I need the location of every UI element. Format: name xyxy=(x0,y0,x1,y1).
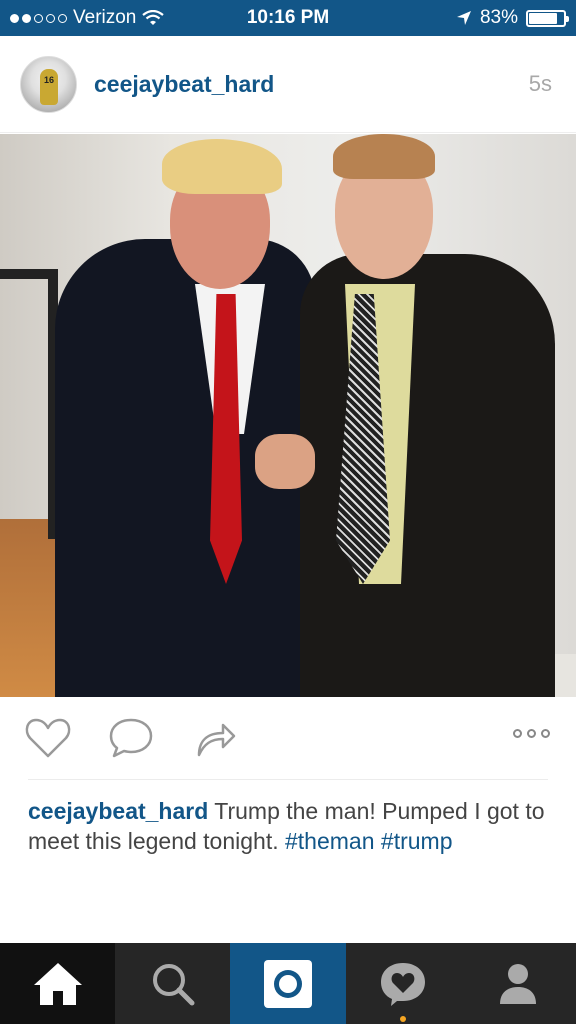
share-arrow-icon xyxy=(197,723,236,757)
camera-icon xyxy=(263,959,312,1008)
tab-home[interactable] xyxy=(0,943,116,1024)
divider xyxy=(28,779,548,780)
tab-search[interactable] xyxy=(115,943,230,1024)
home-icon xyxy=(33,962,82,1005)
more-dot-icon xyxy=(513,729,522,738)
caption-username[interactable]: ceejaybeat_hard xyxy=(28,798,208,824)
hashtag-link[interactable]: #trump xyxy=(381,828,453,854)
profile-icon xyxy=(500,963,537,1004)
share-button[interactable] xyxy=(195,717,237,764)
tab-activity[interactable] xyxy=(346,943,461,1024)
post-actions xyxy=(0,697,576,779)
battery-icon xyxy=(526,9,569,27)
bottom-tab-bar xyxy=(0,943,576,1024)
post-username[interactable]: ceejaybeat_hard xyxy=(94,71,274,98)
post-header: 16 ceejaybeat_hard 5s xyxy=(0,36,576,133)
status-right: 83% xyxy=(456,7,569,29)
comment-icon xyxy=(109,718,153,758)
avatar[interactable]: 16 xyxy=(20,56,77,113)
post-time-ago: 5s xyxy=(528,71,552,96)
avatar-jersey-number: 16 xyxy=(43,75,54,85)
tab-profile[interactable] xyxy=(461,943,576,1024)
post-caption: ceejaybeat_hard Trump the man! Pumped I … xyxy=(28,796,548,856)
status-bar: Verizon 10:16 PM 83% xyxy=(0,0,576,36)
more-dot-icon xyxy=(527,729,536,738)
person-right-suit xyxy=(300,254,555,697)
search-icon xyxy=(152,963,195,1005)
notification-dot xyxy=(400,1016,407,1022)
location-arrow-icon xyxy=(456,11,471,25)
person-right-hair xyxy=(333,134,435,179)
heart-icon xyxy=(25,718,71,758)
photo-rack xyxy=(0,269,58,539)
more-options-button[interactable] xyxy=(513,729,550,738)
handshake xyxy=(255,434,315,489)
comment-button[interactable] xyxy=(108,717,154,764)
heart-bubble-icon xyxy=(381,962,426,1006)
tab-camera[interactable] xyxy=(230,943,346,1024)
more-dot-icon xyxy=(541,729,550,738)
post-photo[interactable] xyxy=(0,134,576,697)
hashtag-link[interactable]: #theman xyxy=(285,828,375,854)
like-button[interactable] xyxy=(24,717,72,764)
battery-percent: 83% xyxy=(479,7,518,28)
